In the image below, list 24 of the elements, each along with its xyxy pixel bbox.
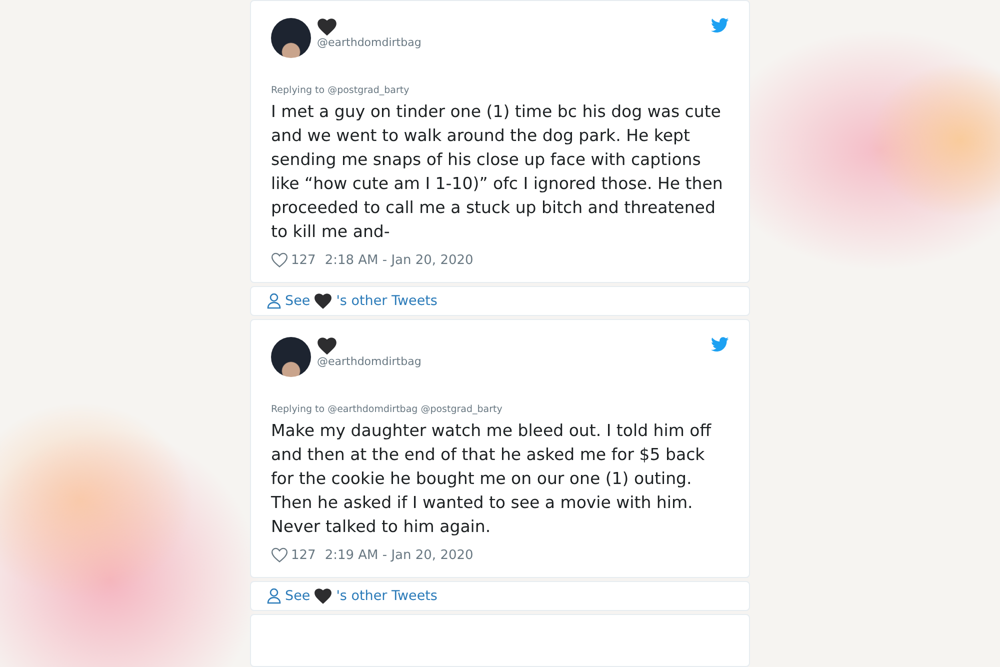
replying-to-text: Replying to @earthdomdirtbag @postgrad_barty xyxy=(271,404,504,416)
like-count: 127 xyxy=(291,252,316,268)
see-other-tweets-link[interactable]: See 's other Tweets xyxy=(267,293,438,310)
like-heart-icon[interactable] xyxy=(271,547,288,564)
person-icon xyxy=(267,588,281,604)
replying-to-text: Replying to @postgrad_barty xyxy=(271,85,410,96)
tweet-timestamp[interactable]: 2:19 AM - Jan 20, 2020 xyxy=(324,548,474,563)
like-count: 127 xyxy=(291,548,316,563)
user-handle[interactable]: @earthdomdirtbag xyxy=(317,36,705,49)
heart-icon xyxy=(314,293,332,310)
avatar[interactable] xyxy=(271,337,311,378)
bird-logo-icon[interactable] xyxy=(711,337,729,352)
heart-icon xyxy=(317,18,337,36)
tweet-text: I met a guy on tinder one (1) time bc his dog was cute and we went to walk around the dog park. He kept sending me snaps of his close up face with captions like “how cute am I 1-10)” ofc I ignored those. He then proceeded to call me a stuck up bitch and threatened to kill me and- xyxy=(271,101,724,243)
heart-icon xyxy=(314,588,332,604)
avatar[interactable] xyxy=(271,18,311,58)
person-icon xyxy=(267,293,281,310)
tweet-text: Make my daughter watch me bleed out. I told him off and then at the end of that he asked me for $5 back for the cookie he bought me on our one (1) outing. Then he asked if I wanted to see a movie with him. Never talked to him again. xyxy=(271,420,712,538)
bird-logo-icon[interactable] xyxy=(711,18,729,33)
tweet-timestamp[interactable]: 2:18 AM - Jan 20, 2020 xyxy=(324,252,474,268)
see-other-tweets-link[interactable]: See 's other Tweets xyxy=(267,588,438,604)
heart-icon xyxy=(317,337,337,356)
user-handle[interactable]: @earthdomdirtbag xyxy=(317,355,705,368)
like-heart-icon[interactable] xyxy=(271,252,288,268)
